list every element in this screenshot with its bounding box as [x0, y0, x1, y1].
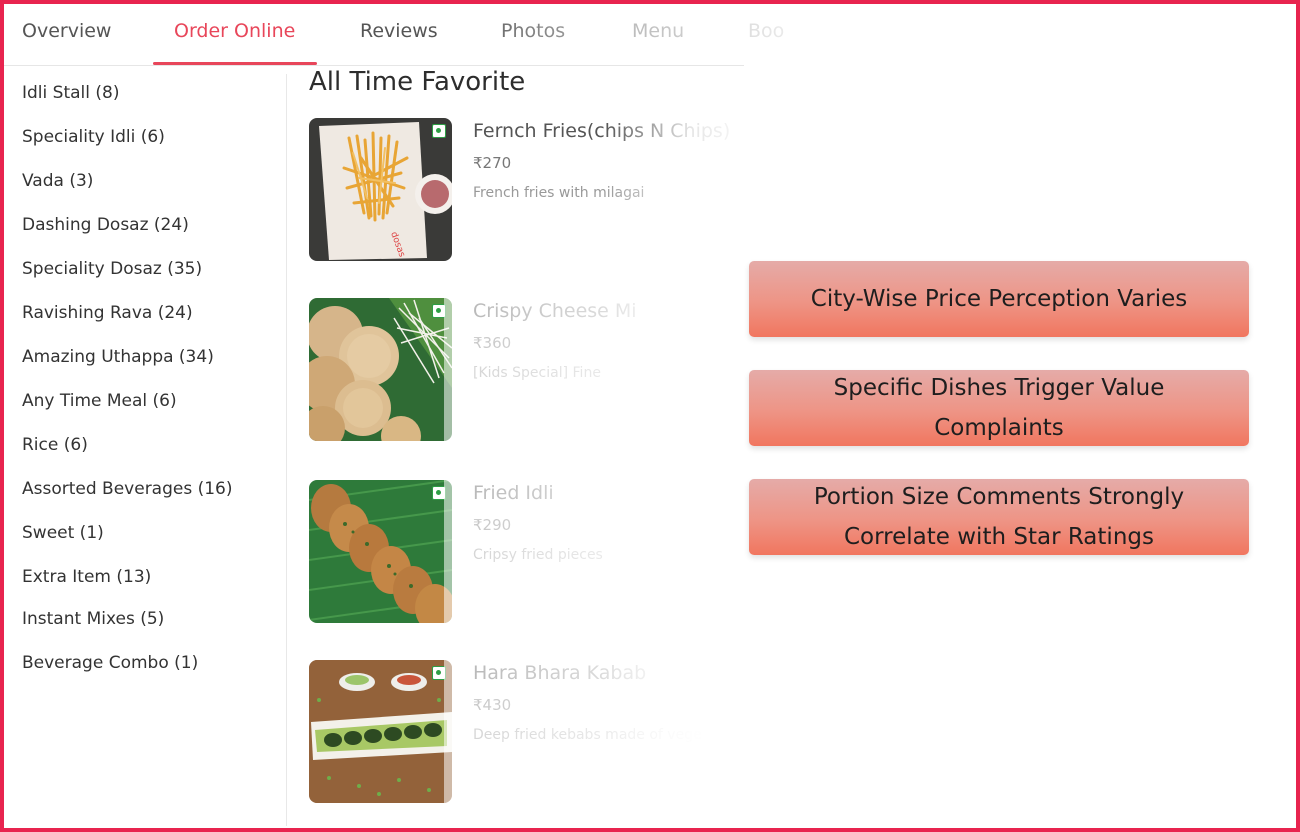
dish-description: Deep fried kebabs made of vege — [473, 727, 702, 743]
dish-card: dosas Fernch Fries(chips N Chips) ₹270 F… — [309, 118, 749, 262]
dish-photo[interactable] — [309, 660, 452, 803]
tab-book[interactable]: Boo — [748, 4, 784, 66]
category-sidebar: Idli Stall (8) Speciality Idli (6) Vada … — [4, 66, 288, 828]
insight-callout: Portion Size Comments Strongly Correlate… — [749, 479, 1249, 555]
category-speciality-dosaz[interactable]: Speciality Dosaz (35) — [22, 256, 202, 282]
dish-price: ₹270 — [473, 154, 512, 172]
dish-description: [Kids Special] Fine — [473, 365, 601, 381]
category-speciality-idli[interactable]: Speciality Idli (6) — [22, 124, 165, 150]
dish-name[interactable]: Hara Bhara Kabab — [473, 662, 733, 684]
category-instant-mixes[interactable]: Instant Mixes (5) — [22, 606, 164, 632]
dish-name[interactable]: Crispy Cheese Mi — [473, 300, 733, 322]
dish-description: French fries with milagai — [473, 185, 645, 201]
category-vada[interactable]: Vada (3) — [22, 168, 93, 194]
category-any-time-meal[interactable]: Any Time Meal (6) — [22, 388, 177, 414]
veg-icon — [432, 486, 446, 500]
dish-photo[interactable] — [309, 298, 452, 441]
dish-name[interactable]: Fried Idli — [473, 482, 733, 504]
tab-order-online[interactable]: Order Online — [174, 4, 295, 66]
category-rice[interactable]: Rice (6) — [22, 432, 88, 458]
tab-reviews[interactable]: Reviews — [360, 4, 438, 66]
veg-icon — [432, 124, 446, 138]
insight-callout: City-Wise Price Perception Varies — [749, 261, 1249, 337]
category-amazing-uthappa[interactable]: Amazing Uthappa (34) — [22, 344, 214, 370]
dish-price: ₹290 — [473, 516, 512, 534]
dish-description: Cripsy fried pieces — [473, 547, 603, 563]
dish-card: Hara Bhara Kabab ₹430 Deep fried kebabs … — [309, 660, 749, 804]
app-frame: Overview Order Online Reviews Photos Men… — [0, 0, 1300, 832]
dish-price: ₹360 — [473, 334, 512, 352]
insight-callout: Specific Dishes Trigger Value Complaints — [749, 370, 1249, 446]
dish-photo[interactable] — [309, 480, 452, 623]
category-ravishing-rava[interactable]: Ravishing Rava (24) — [22, 300, 193, 326]
tab-overview[interactable]: Overview — [22, 4, 111, 66]
tab-menu[interactable]: Menu — [632, 4, 684, 66]
category-assorted-beverages[interactable]: Assorted Beverages (16) — [22, 476, 233, 502]
category-idli-stall[interactable]: Idli Stall (8) — [22, 80, 119, 106]
category-sweet[interactable]: Sweet (1) — [22, 520, 104, 546]
tab-photos[interactable]: Photos — [501, 4, 565, 66]
veg-icon — [432, 666, 446, 680]
dish-name[interactable]: Fernch Fries(chips N Chips) — [473, 120, 733, 142]
sidebar-divider — [286, 74, 287, 826]
dish-card: Crispy Cheese Mi ₹360 [Kids Special] Fin… — [309, 298, 749, 442]
veg-icon — [432, 304, 446, 318]
dish-card: Fried Idli ₹290 Cripsy fried pieces — [309, 480, 749, 624]
dish-photo[interactable]: dosas — [309, 118, 452, 261]
category-extra-item[interactable]: Extra Item (13) — [22, 564, 151, 590]
category-dashing-dosaz[interactable]: Dashing Dosaz (24) — [22, 212, 189, 238]
category-beverage-combo[interactable]: Beverage Combo (1) — [22, 650, 198, 676]
section-title: All Time Favorite — [309, 67, 526, 97]
dish-price: ₹430 — [473, 696, 512, 714]
tab-bar: Overview Order Online Reviews Photos Men… — [4, 4, 1296, 66]
